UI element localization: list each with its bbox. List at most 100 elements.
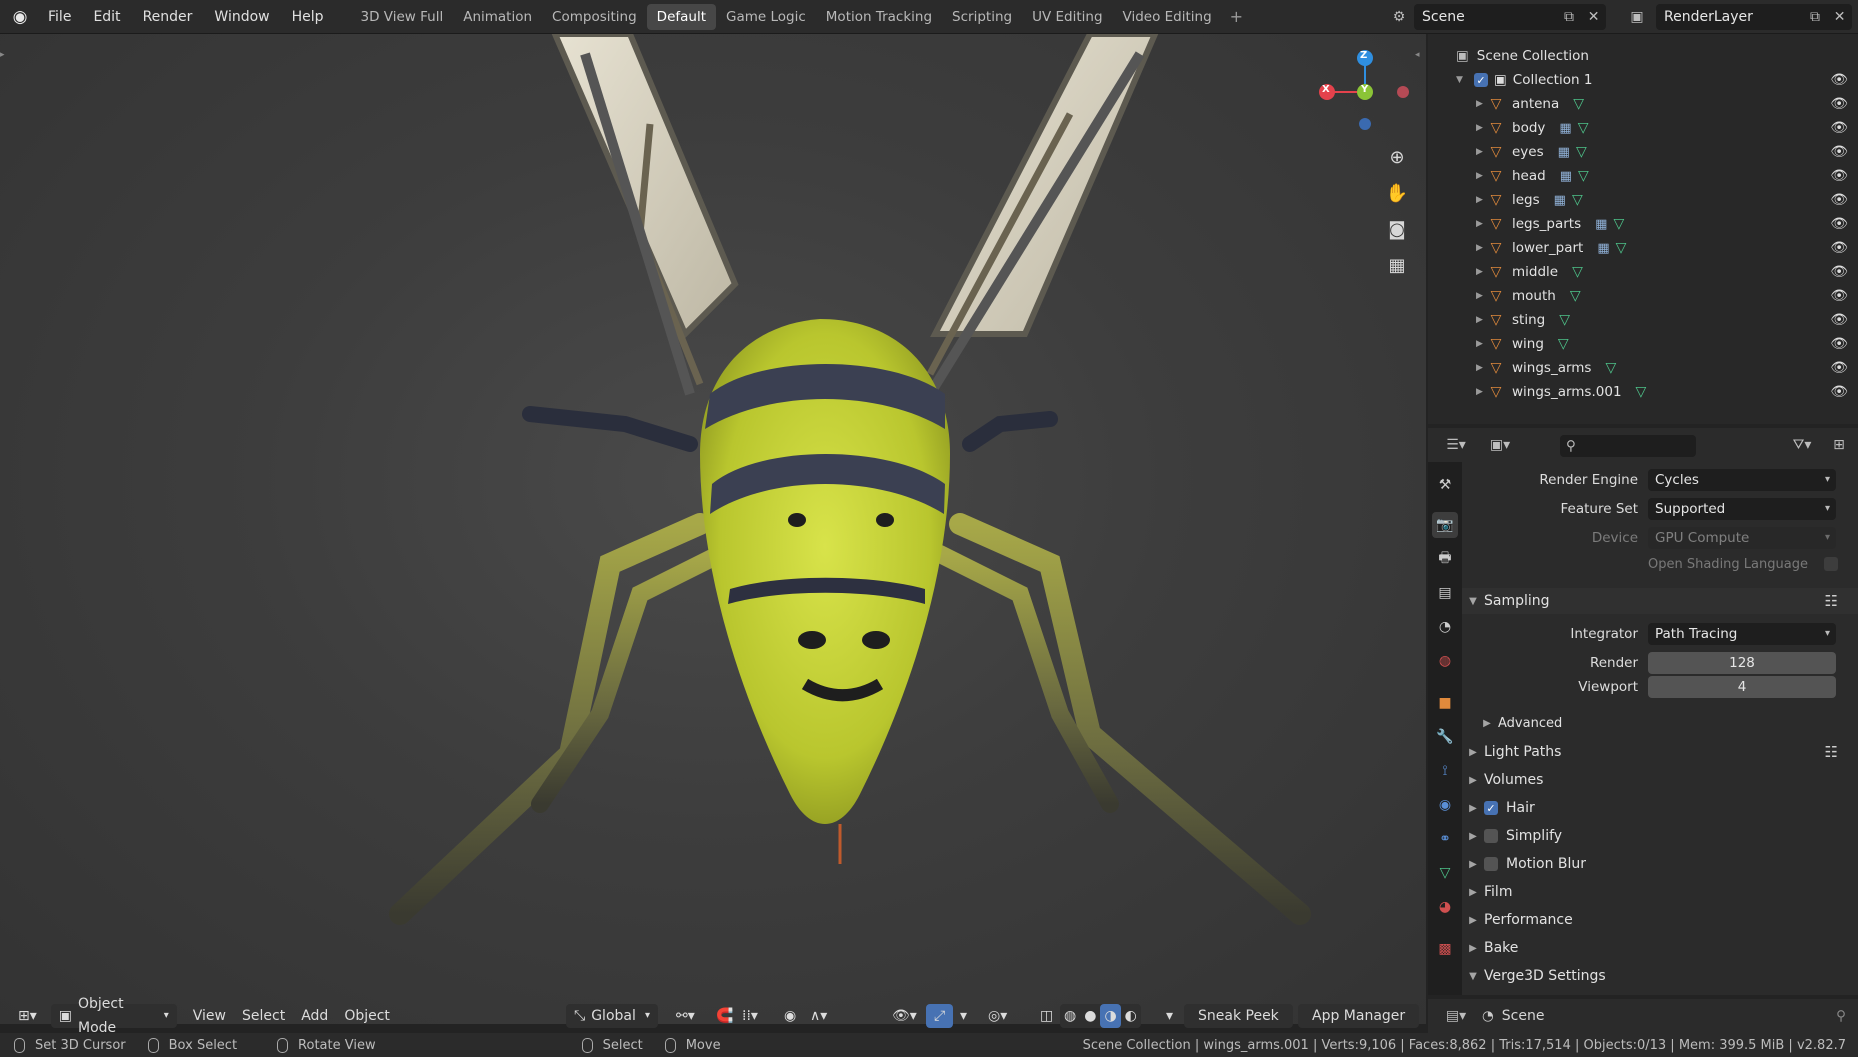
expand-triangle-icon[interactable]: ▶ bbox=[1476, 243, 1488, 253]
advanced-subpanel[interactable]: ▶ Advanced bbox=[1476, 710, 1858, 736]
feature-set-dropdown[interactable]: Supported ▾ bbox=[1648, 498, 1836, 520]
tab-video-editing[interactable]: Video Editing bbox=[1113, 4, 1222, 30]
performance-panel[interactable]: ▶ Performance bbox=[1462, 907, 1858, 933]
verge3d-settings-panel[interactable]: ▼ Verge3D Settings bbox=[1462, 963, 1858, 989]
outliner-display-icon[interactable]: ☰▾ bbox=[1438, 432, 1474, 458]
motion-blur-checkbox[interactable] bbox=[1484, 857, 1498, 871]
collection-checkbox[interactable]: ✓ bbox=[1474, 73, 1488, 87]
menu-window[interactable]: Window bbox=[203, 0, 280, 34]
scene-browse-icon[interactable]: ⚙ bbox=[1386, 4, 1412, 30]
sidebar-expand-icon[interactable]: ◂ bbox=[1415, 50, 1420, 60]
eye-icon[interactable]: 👁 bbox=[1830, 336, 1848, 352]
osl-checkbox[interactable] bbox=[1824, 557, 1838, 571]
motion-blur-panel[interactable]: ▶ Motion Blur bbox=[1462, 851, 1858, 877]
proportional-edit-icon[interactable]: ◉ bbox=[776, 1004, 804, 1028]
scene-collection-row[interactable]: ▣ Scene Collection bbox=[1428, 44, 1858, 68]
data-tab-icon[interactable]: ▽ bbox=[1432, 860, 1458, 886]
light-paths-panel[interactable]: ▶ Light Paths ☷ bbox=[1462, 739, 1858, 765]
eye-icon[interactable]: 👁 bbox=[1830, 288, 1848, 304]
render-engine-dropdown[interactable]: Cycles ▾ bbox=[1648, 469, 1836, 491]
app-manager-button[interactable]: App Manager bbox=[1298, 1004, 1420, 1028]
menu-file[interactable]: File bbox=[37, 0, 82, 34]
eye-icon[interactable]: 👁 bbox=[1830, 264, 1848, 280]
outliner-item[interactable]: ▶ ▽ wings_arms.001 ▽ 👁 bbox=[1428, 380, 1858, 404]
toolbar-expand-icon[interactable]: ▸ bbox=[0, 50, 5, 60]
navigation-gizmo[interactable]: Z X Y bbox=[1310, 40, 1420, 150]
outliner-item[interactable]: ▶ ▽ body ▦ ▽ 👁 bbox=[1428, 116, 1858, 140]
properties-editor-icon[interactable]: ▣▾ bbox=[1482, 432, 1518, 458]
eye-icon[interactable]: 👁 bbox=[1830, 96, 1848, 112]
menu-edit[interactable]: Edit bbox=[82, 0, 131, 34]
texture-tab-icon[interactable]: ▩ bbox=[1432, 936, 1458, 962]
add-workspace-icon[interactable]: + bbox=[1222, 7, 1251, 26]
eye-icon[interactable]: 👁 bbox=[1830, 168, 1848, 184]
rendered-shading-icon[interactable]: ◐ bbox=[1121, 1004, 1141, 1028]
tab-animation[interactable]: Animation bbox=[453, 4, 542, 30]
expand-triangle-icon[interactable]: ▶ bbox=[1476, 99, 1488, 109]
tab-uv-editing[interactable]: UV Editing bbox=[1022, 4, 1112, 30]
outliner-item[interactable]: ▶ ▽ lower_part ▦ ▽ 👁 bbox=[1428, 236, 1858, 260]
material-tab-icon[interactable]: ◕ bbox=[1432, 894, 1458, 920]
simplify-checkbox[interactable] bbox=[1484, 829, 1498, 843]
object-tab-icon[interactable]: ■ bbox=[1432, 690, 1458, 716]
outliner-item[interactable]: ▶ ▽ wing ▽ 👁 bbox=[1428, 332, 1858, 356]
filter-icon[interactable]: ⛛▾ bbox=[1784, 432, 1820, 458]
wireframe-shading-icon[interactable]: ◍ bbox=[1060, 1004, 1080, 1028]
constraints-tab-icon[interactable]: ⚭ bbox=[1432, 826, 1458, 852]
xray-icon[interactable]: ◫ bbox=[1032, 1004, 1061, 1028]
presets-list-icon[interactable]: ☷ bbox=[1825, 743, 1838, 761]
falloff-icon[interactable]: ∧▾ bbox=[802, 1004, 835, 1028]
scene-tab-icon[interactable]: ◔ bbox=[1432, 614, 1458, 640]
scene-name-field[interactable]: Scene bbox=[1414, 4, 1557, 30]
menu-object[interactable]: Object bbox=[336, 1004, 398, 1028]
expand-triangle-icon[interactable]: ▶ bbox=[1476, 171, 1488, 181]
expand-triangle-icon[interactable]: ▶ bbox=[1476, 123, 1488, 133]
modifier-tab-icon[interactable]: 🔧 bbox=[1432, 724, 1458, 750]
renderlayer-browse-icon[interactable]: ▣ bbox=[1624, 4, 1650, 30]
tab-default[interactable]: Default bbox=[646, 3, 716, 30]
eye-icon[interactable]: 👁 bbox=[1830, 360, 1848, 376]
gizmo-toggle-icon[interactable]: ⤢ bbox=[926, 1004, 954, 1028]
expand-triangle-icon[interactable]: ▶ bbox=[1476, 387, 1488, 397]
orientation-dropdown[interactable]: ⤡ Global ▾ bbox=[566, 1004, 658, 1028]
eye-icon[interactable]: 👁 bbox=[1830, 192, 1848, 208]
tool-tab-icon[interactable]: ⚒ bbox=[1432, 472, 1458, 498]
tab-3d-view-full[interactable]: 3D View Full bbox=[351, 4, 454, 30]
render-samples-field[interactable]: 128 bbox=[1648, 652, 1836, 674]
pan-hand-icon[interactable]: ✋ bbox=[1382, 178, 1412, 208]
tab-motion-tracking[interactable]: Motion Tracking bbox=[816, 4, 942, 30]
outliner-item[interactable]: ▶ ▽ middle ▽ 👁 bbox=[1428, 260, 1858, 284]
outliner-item[interactable]: ▶ ▽ wings_arms ▽ 👁 bbox=[1428, 356, 1858, 380]
perspective-grid-icon[interactable]: ▦ bbox=[1382, 250, 1412, 280]
particles-tab-icon[interactable]: ⟟ bbox=[1432, 758, 1458, 784]
eye-icon[interactable]: 👁 bbox=[1830, 384, 1848, 400]
tab-scripting[interactable]: Scripting bbox=[942, 4, 1022, 30]
visibility-icon[interactable]: 👁▾ bbox=[884, 1004, 925, 1028]
mode-dropdown[interactable]: ▣ Object Mode ▾ bbox=[50, 996, 177, 1036]
editor-type-icon[interactable]: ▤▾ bbox=[1438, 1003, 1474, 1029]
3d-viewport[interactable]: Z X Y ⊕ ✋ ◙ ▦ ▸ ◂ bbox=[0, 34, 1426, 1024]
overlays-icon[interactable]: ◎▾ bbox=[980, 1004, 1015, 1028]
expand-triangle-icon[interactable]: ▶ bbox=[1476, 267, 1488, 277]
menu-add[interactable]: Add bbox=[293, 1004, 336, 1028]
eye-icon[interactable]: 👁 bbox=[1830, 120, 1848, 136]
delete-scene-icon[interactable]: ✕ bbox=[1581, 4, 1606, 30]
eye-icon[interactable]: 👁 bbox=[1830, 216, 1848, 232]
output-tab-icon[interactable]: 🖶 bbox=[1432, 546, 1458, 572]
collapse-triangle-icon[interactable]: ▼ bbox=[1456, 75, 1468, 85]
renderlayer-name-field[interactable]: RenderLayer bbox=[1656, 4, 1803, 30]
pin-icon[interactable]: ⚲ bbox=[1836, 1008, 1846, 1024]
outliner-item[interactable]: ▶ ▽ legs ▦ ▽ 👁 bbox=[1428, 188, 1858, 212]
tab-compositing[interactable]: Compositing bbox=[542, 4, 647, 30]
eye-icon[interactable]: 👁 bbox=[1830, 312, 1848, 328]
gizmo-dropdown-icon[interactable]: ▾ bbox=[952, 1004, 975, 1028]
render-tab-icon[interactable]: 📷 bbox=[1432, 512, 1458, 538]
expand-triangle-icon[interactable]: ▶ bbox=[1476, 315, 1488, 325]
device-dropdown[interactable]: GPU Compute ▾ bbox=[1648, 527, 1836, 549]
new-collection-icon[interactable]: ⊞ bbox=[1826, 432, 1852, 458]
outliner-item[interactable]: ▶ ▽ head ▦ ▽ 👁 bbox=[1428, 164, 1858, 188]
simplify-panel[interactable]: ▶ Simplify bbox=[1462, 823, 1858, 849]
properties-search-input[interactable]: ⚲ bbox=[1560, 435, 1696, 457]
new-renderlayer-icon[interactable]: ⧉ bbox=[1803, 4, 1828, 30]
eye-icon[interactable]: 👁 bbox=[1830, 144, 1848, 160]
